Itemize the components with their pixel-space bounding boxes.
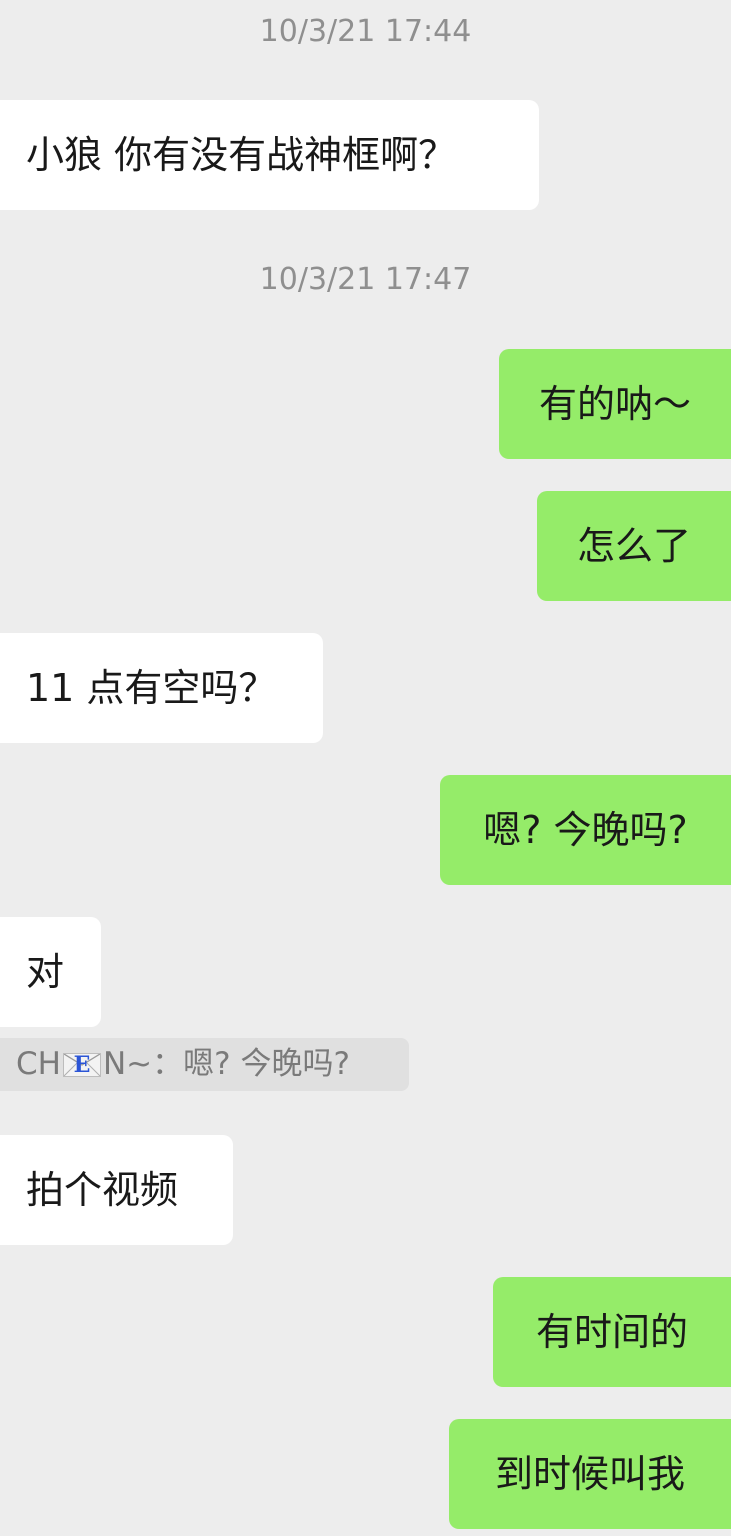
- outgoing-message[interactable]: 到时候叫我: [449, 1419, 731, 1529]
- outgoing-message[interactable]: 嗯? 今晚吗?: [440, 775, 731, 885]
- message-text: 对: [26, 950, 65, 994]
- quote-sender-prefix: CH: [16, 1046, 61, 1082]
- outgoing-message[interactable]: 有的呐～: [499, 349, 731, 459]
- quote-text: ：嗯? 今晚吗?: [152, 1046, 350, 1082]
- message-text: 拍个视频: [26, 1168, 179, 1212]
- quoted-reply[interactable]: CH E N~：嗯? 今晚吗?: [0, 1038, 409, 1091]
- message-text: 到时候叫我: [494, 1452, 685, 1496]
- outgoing-message[interactable]: 怎么了: [537, 491, 731, 601]
- envelope-letter: E: [73, 1052, 91, 1078]
- timestamp: 10/3/21 17:47: [259, 262, 472, 297]
- quote-sender-suffix: N~: [102, 1046, 153, 1082]
- incoming-message[interactable]: 拍个视频: [0, 1135, 233, 1245]
- message-text: 怎么了: [576, 524, 691, 568]
- incoming-message[interactable]: 对: [0, 917, 101, 1027]
- message-text: 小狼 你有没有战神框啊？: [26, 133, 457, 177]
- incoming-message[interactable]: 小狼 你有没有战神框啊？: [0, 100, 539, 210]
- timestamp: 10/3/21 17:44: [259, 14, 472, 49]
- envelope-icon: E: [62, 1052, 101, 1078]
- message-text: 11 点有空吗？: [26, 666, 277, 710]
- message-text: 有时间的: [535, 1310, 688, 1354]
- outgoing-message[interactable]: 有时间的: [493, 1277, 731, 1387]
- message-text: 有的呐～: [538, 382, 691, 426]
- incoming-message[interactable]: 11 点有空吗？: [0, 633, 323, 743]
- message-text: 嗯? 今晚吗?: [483, 808, 688, 852]
